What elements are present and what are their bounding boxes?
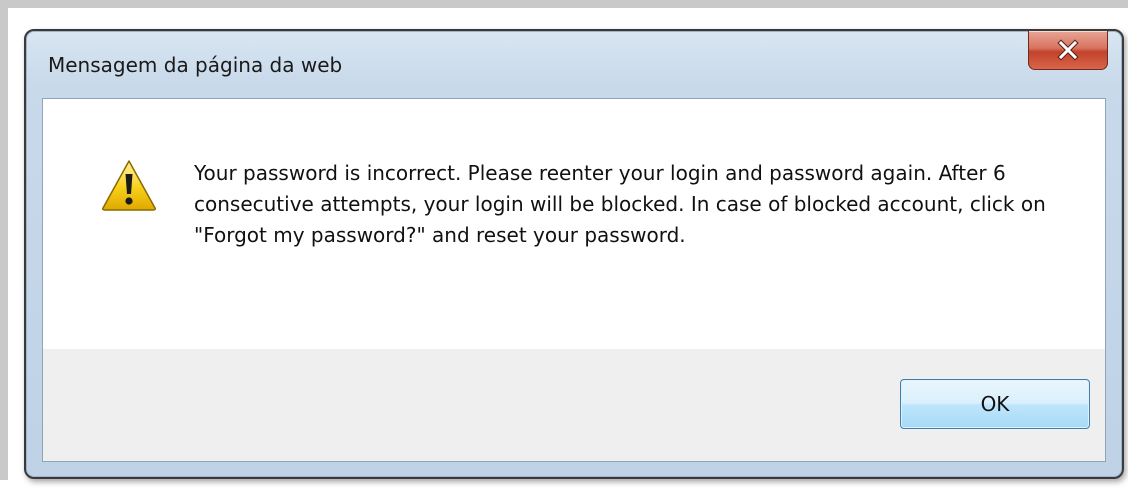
dialog-title: Mensagem da página da web — [48, 53, 343, 77]
dialog-content: Your password is incorrect. Please reent… — [42, 98, 1106, 462]
message-dialog: Mensagem da página da web Your password … — [24, 29, 1124, 479]
background-left-edge — [0, 0, 8, 480]
button-area: OK — [43, 349, 1105, 461]
close-x-icon — [1057, 39, 1079, 61]
ok-button[interactable]: OK — [900, 379, 1090, 429]
message-area: Your password is incorrect. Please reent… — [43, 99, 1105, 349]
warning-triangle-icon — [102, 160, 156, 211]
error-message: Your password is incorrect. Please reent… — [194, 161, 1046, 247]
close-button[interactable] — [1028, 31, 1108, 70]
background-top-edge — [0, 0, 1128, 8]
